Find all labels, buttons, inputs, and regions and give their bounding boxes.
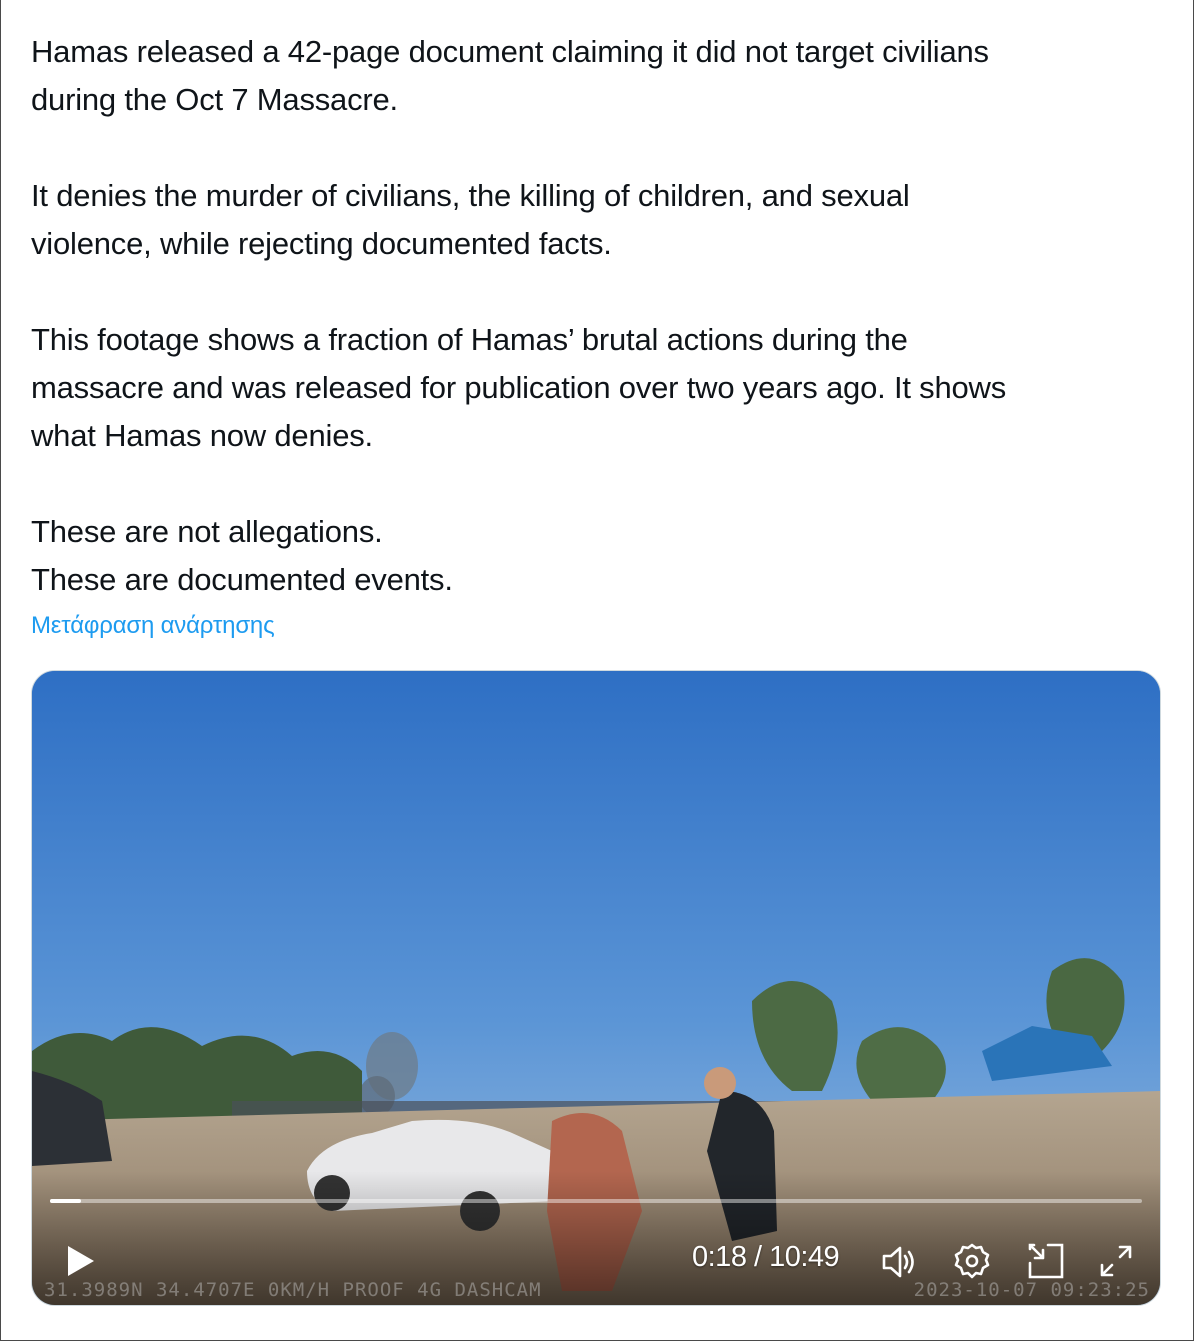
gear-icon: [954, 1243, 990, 1279]
post-paragraph: It denies the murder of civilians, the k…: [31, 178, 910, 261]
fullscreen-icon: [1100, 1245, 1132, 1277]
video-player[interactable]: 0:18 / 10:49 31.3989N 34.4707E 0KM/H PRO…: [31, 670, 1161, 1306]
miniplayer-button[interactable]: [1026, 1241, 1066, 1281]
volume-icon: [882, 1246, 914, 1278]
progress-bar[interactable]: [50, 1199, 1142, 1203]
post-paragraph: These are not allegations. These are doc…: [31, 514, 453, 597]
video-frame: [32, 671, 1160, 1305]
translate-post-link[interactable]: Μετάφραση ανάρτησης: [31, 612, 275, 640]
dashcam-overlay-left: 31.3989N 34.4707E 0KM/H PROOF 4G DASHCAM: [44, 1279, 542, 1301]
settings-button[interactable]: [952, 1241, 992, 1281]
progress-fill: [50, 1199, 81, 1203]
play-button[interactable]: [60, 1241, 100, 1281]
post-body: Hamas released a 42-page document claimi…: [31, 28, 1161, 604]
volume-button[interactable]: [880, 1243, 920, 1281]
post-paragraph: This footage shows a fraction of Hamas’ …: [31, 322, 1007, 453]
dashcam-overlay-right: 2023-10-07 09:23:25: [913, 1279, 1150, 1301]
post-paragraph: Hamas released a 42-page document claimi…: [31, 34, 989, 117]
video-time: 0:18 / 10:49: [692, 1241, 840, 1273]
pip-icon: [1028, 1243, 1064, 1279]
play-icon: [68, 1246, 94, 1276]
fullscreen-button[interactable]: [1096, 1241, 1136, 1281]
